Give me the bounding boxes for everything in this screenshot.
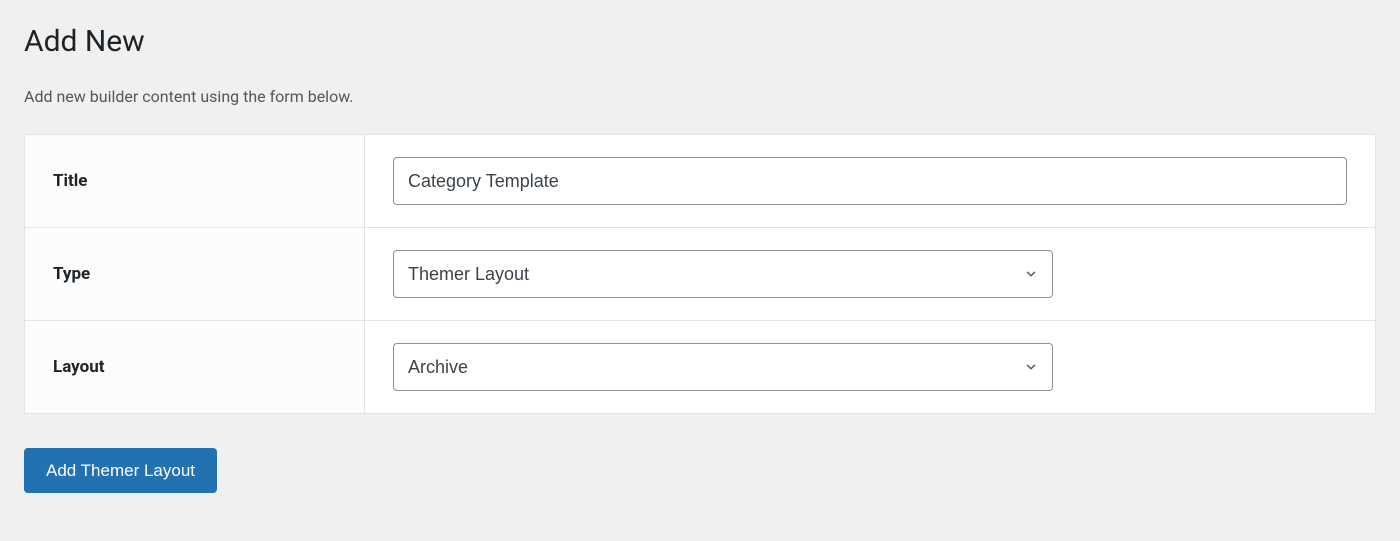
title-label: Title	[53, 171, 87, 191]
layout-label: Layout	[53, 357, 104, 377]
form-input-cell	[365, 135, 1375, 227]
form-row-layout: Layout Archive	[25, 321, 1375, 413]
layout-select[interactable]: Archive	[393, 343, 1053, 391]
form-input-cell: Archive	[365, 321, 1375, 413]
form-input-cell: Themer Layout	[365, 228, 1375, 320]
form-table: Title Type Themer Layout Layout	[24, 134, 1376, 414]
page-title: Add New	[24, 24, 1376, 59]
type-select[interactable]: Themer Layout	[393, 250, 1053, 298]
form-label-cell: Type	[25, 228, 365, 320]
title-input[interactable]	[393, 157, 1347, 205]
page-description: Add new builder content using the form b…	[24, 87, 1376, 106]
submit-row: Add Themer Layout	[24, 448, 1376, 493]
form-label-cell: Layout	[25, 321, 365, 413]
type-label: Type	[53, 264, 90, 284]
select-wrap: Archive	[393, 343, 1053, 391]
select-wrap: Themer Layout	[393, 250, 1053, 298]
form-label-cell: Title	[25, 135, 365, 227]
add-themer-layout-button[interactable]: Add Themer Layout	[24, 448, 217, 493]
form-row-type: Type Themer Layout	[25, 228, 1375, 321]
form-row-title: Title	[25, 135, 1375, 228]
